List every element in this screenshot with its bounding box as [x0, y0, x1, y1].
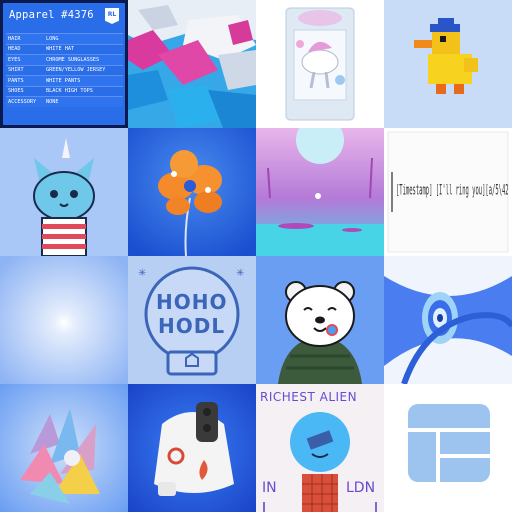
svg-text:✳: ✳ [138, 268, 146, 279]
trait-key: ACCESSORY [6, 96, 44, 107]
low-poly-shapes-art [128, 0, 256, 128]
globe-title-line2: HODL [158, 314, 226, 338]
globe-title-line1: HOHO [156, 290, 228, 314]
gallery-tile-unicorn-box[interactable] [256, 0, 384, 128]
trait-value: CHROME SUNGLASSES [44, 54, 123, 65]
spiral-swirl-art [384, 256, 512, 384]
gallery-tile-window-layout[interactable] [384, 384, 512, 512]
gallery-tile-low-poly[interactable] [128, 0, 256, 128]
apparel-card: Apparel #4376 RL HAIR LONG HEAD WHITE HAT … [1, 1, 127, 127]
trait-key: EYES [6, 54, 44, 65]
trait-value: GREEN/YELLOW JERSEY [44, 64, 123, 76]
trait-key: PANTS [6, 75, 44, 86]
gallery-tile-apparel-card[interactable]: Apparel #4376 RL HAIR LONG HEAD WHITE HAT … [0, 0, 128, 128]
table-row: SHIRT GREEN/YELLOW JERSEY [6, 64, 123, 76]
alien-label-right: LDN [346, 480, 376, 496]
alien-title: RICHEST ALIEN [260, 390, 358, 404]
trait-value: WHITE PANTS [44, 75, 123, 86]
white-jacket-art [128, 384, 256, 512]
gallery-tile-lego-duck[interactable] [384, 0, 512, 128]
table-row: HEAD WHITE HAT [6, 43, 123, 55]
gallery-tile-crystal[interactable] [0, 384, 128, 512]
table-row: HAIR LONG [6, 33, 123, 44]
gallery-tile-hodl-globe[interactable]: ✳ ✳ HOHO HODL [128, 256, 256, 384]
gallery-tile-polar-bear[interactable] [256, 256, 384, 384]
gallery-tile-richest-alien[interactable]: RICHEST ALIEN IN LDN [256, 384, 384, 512]
trait-value: LONG [44, 33, 123, 44]
trait-value: NONE [44, 96, 123, 107]
pink-planet-landscape-art [256, 128, 384, 256]
alien-label-left: IN [262, 480, 277, 496]
gallery-tile-glow[interactable] [0, 256, 128, 384]
table-row: EYES CHROME SUNGLASSES [6, 54, 123, 65]
glow-gradient-art [0, 256, 128, 384]
trait-key: SHIRT [6, 64, 44, 76]
apparel-badge-icon: RL [105, 8, 119, 24]
gallery-tile-spiral[interactable] [384, 256, 512, 384]
lego-duck-art [384, 0, 512, 128]
apparel-card-title: Apparel #4376 [9, 9, 94, 21]
orange-flower-art [128, 128, 256, 256]
table-row: PANTS WHITE PANTS [6, 75, 123, 86]
gallery-tile-document[interactable]: [Timestamp] [I'll ring you][a/5\420]1 [384, 128, 512, 256]
table-row: SHOES BLACK HIGH TOPS [6, 85, 123, 97]
window-layout-art [384, 384, 512, 512]
crystal-coral-art [0, 384, 128, 512]
unicorn-cat-art [0, 128, 128, 256]
table-row: ACCESSORY NONE [6, 96, 123, 107]
gallery-tile-jacket[interactable] [128, 384, 256, 512]
gallery-tile-unicorn-cat[interactable] [0, 128, 128, 256]
trait-key: SHOES [6, 85, 44, 97]
trait-key: HAIR [6, 33, 44, 44]
gallery-tile-flower[interactable] [128, 128, 256, 256]
unicorn-toy-box-art [256, 0, 384, 128]
svg-text:✳: ✳ [236, 268, 244, 279]
trait-value: BLACK HIGH TOPS [44, 85, 123, 97]
gallery-tile-planet[interactable] [256, 128, 384, 256]
apparel-traits-table: HAIR LONG HEAD WHITE HAT EYES CHROME SUNGLA… [6, 33, 123, 107]
trait-key: HEAD [6, 43, 44, 55]
document-scan-text: [Timestamp] [I'll ring you][a/5\420]1 [396, 184, 508, 200]
polar-bear-art [256, 256, 384, 384]
trait-value: WHITE HAT [44, 43, 123, 55]
nft-gallery-grid: Apparel #4376 RL HAIR LONG HEAD WHITE HAT … [0, 0, 512, 512]
